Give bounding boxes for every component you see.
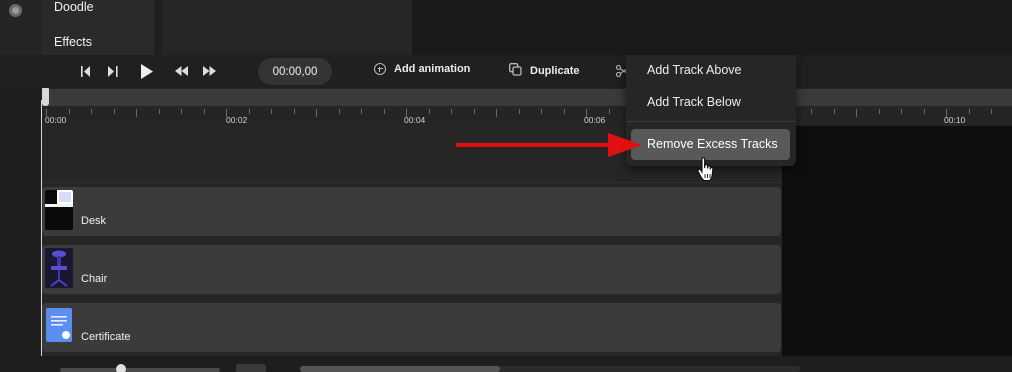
desk-thumbnail bbox=[45, 190, 73, 230]
fit-to-view-button[interactable] bbox=[236, 364, 266, 372]
ruler-tick bbox=[361, 109, 362, 114]
menu-item-label: Remove Excess Tracks bbox=[647, 137, 778, 151]
ruler-tick bbox=[136, 109, 137, 117]
add-animation-button[interactable]: Add animation bbox=[374, 63, 470, 75]
certificate-thumbnail bbox=[45, 306, 73, 346]
step-forward-icon[interactable] bbox=[107, 63, 119, 79]
track-desk[interactable]: Desk bbox=[42, 187, 781, 236]
menu-item-doodle[interactable]: Doodle bbox=[54, 0, 94, 14]
ruler-tick bbox=[271, 109, 272, 114]
scrollbar-thumb[interactable] bbox=[300, 366, 500, 372]
track-label: Chair bbox=[81, 273, 108, 285]
ruler-tick bbox=[878, 109, 880, 114]
duplicate-icon bbox=[509, 63, 522, 79]
ruler-tick bbox=[901, 109, 902, 114]
ruler-tick bbox=[473, 109, 475, 114]
timecode-display[interactable]: 00:00,00 bbox=[258, 58, 332, 85]
horizontal-scrollbar[interactable] bbox=[300, 366, 800, 372]
menu-item-add-track-above[interactable]: Add Track Above bbox=[647, 63, 742, 77]
ruler-tick bbox=[91, 109, 92, 114]
menu-divider bbox=[626, 121, 796, 122]
timeline-ruler[interactable]: 00:00 00:02 00:04 00:06 00:10 bbox=[42, 88, 1012, 126]
ruler-tick bbox=[541, 109, 542, 114]
duplicate-button[interactable]: Duplicate bbox=[509, 63, 580, 79]
duplicate-label: Duplicate bbox=[530, 65, 580, 77]
ruler-tick bbox=[383, 109, 385, 114]
ruler-tick bbox=[451, 109, 452, 114]
menu-item-effects[interactable]: Effects bbox=[54, 35, 92, 49]
ruler-tick bbox=[563, 109, 565, 114]
timeline-toolbar: 00:00,00 Add animation Duplicate bbox=[0, 55, 1012, 88]
ruler-tick bbox=[113, 109, 115, 114]
track-context-menu: Add Track Above Add Track Below Remove E… bbox=[626, 55, 796, 166]
record-icon[interactable] bbox=[9, 4, 22, 17]
element-menu: Doodle Effects bbox=[42, 0, 154, 55]
left-rail bbox=[0, 0, 42, 55]
zoom-slider-knob[interactable] bbox=[116, 364, 126, 372]
ruler-tick bbox=[608, 109, 610, 114]
ruler-tick bbox=[158, 109, 160, 114]
ruler-tick bbox=[811, 109, 812, 114]
ruler-tick bbox=[968, 109, 970, 114]
canvas-preview-area bbox=[412, 0, 1012, 55]
track-certificate[interactable]: Certificate bbox=[42, 303, 781, 352]
tick-label: 00:02 bbox=[226, 115, 248, 125]
add-circle-icon bbox=[374, 63, 386, 75]
track-label: Desk bbox=[81, 215, 107, 227]
hand-cursor-icon bbox=[697, 157, 714, 182]
ruler-tick bbox=[338, 109, 340, 114]
skip-to-start-icon[interactable] bbox=[80, 63, 92, 79]
ruler-tick bbox=[991, 109, 992, 114]
rewind-icon[interactable] bbox=[174, 63, 188, 79]
track-label: Certificate bbox=[81, 331, 131, 343]
ruler-tick bbox=[923, 109, 925, 114]
ruler-tick bbox=[293, 109, 295, 114]
menu-item-add-track-below[interactable]: Add Track Below bbox=[647, 95, 741, 109]
options-panel bbox=[162, 0, 412, 55]
playhead-handle[interactable] bbox=[42, 88, 49, 106]
ruler-tick bbox=[248, 109, 250, 114]
chair-thumbnail bbox=[45, 248, 73, 288]
tick-label: 00:00 bbox=[45, 115, 67, 125]
ruler-tick bbox=[316, 109, 317, 117]
tick-label: 00:10 bbox=[944, 115, 966, 125]
track-area-overflow bbox=[782, 126, 1012, 356]
ruler-tick bbox=[518, 109, 520, 114]
panel-divider bbox=[154, 0, 162, 55]
track-chair[interactable]: Chair bbox=[42, 245, 781, 294]
playhead-line bbox=[41, 100, 42, 356]
timeline-footer bbox=[0, 356, 1012, 372]
ruler-tick bbox=[833, 109, 835, 114]
ruler-tick bbox=[203, 109, 205, 114]
ruler-tick bbox=[68, 109, 70, 114]
menu-item-remove-excess-tracks[interactable]: Remove Excess Tracks bbox=[631, 129, 790, 160]
ruler-tick bbox=[496, 109, 497, 117]
ruler-tick bbox=[856, 109, 857, 117]
zoom-slider[interactable] bbox=[60, 368, 220, 372]
fast-forward-icon[interactable] bbox=[202, 63, 216, 79]
ruler-tick bbox=[181, 109, 182, 114]
tick-label: 00:04 bbox=[404, 115, 426, 125]
add-animation-label: Add animation bbox=[394, 63, 471, 75]
play-icon[interactable] bbox=[140, 63, 154, 79]
red-arrow-annotation bbox=[456, 133, 642, 157]
row-divider bbox=[42, 182, 782, 183]
ruler-tick bbox=[428, 109, 430, 114]
scrub-bar[interactable] bbox=[42, 89, 1012, 106]
tick-label: 00:06 bbox=[584, 115, 606, 125]
